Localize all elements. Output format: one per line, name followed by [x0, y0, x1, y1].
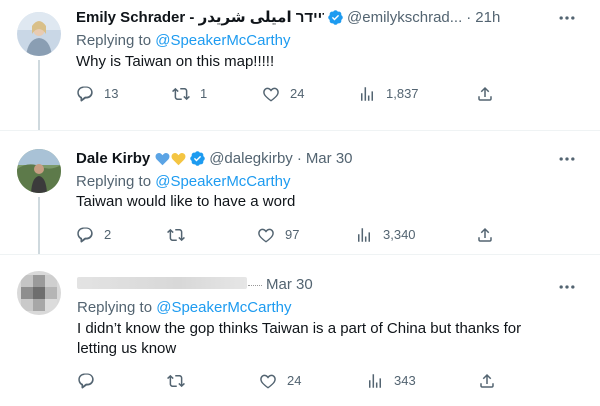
verified-badge-icon — [190, 151, 205, 166]
redacted-user-name — [77, 277, 247, 289]
share-button[interactable] — [476, 85, 504, 103]
more-icon[interactable] — [557, 149, 577, 169]
retweet-button[interactable] — [167, 372, 195, 390]
reply-count: 2 — [104, 227, 112, 242]
like-button[interactable]: 24 — [262, 85, 304, 103]
retweet-icon — [167, 374, 185, 388]
replying-to-label: Replying to — [77, 299, 157, 316]
retweet-count: 1 — [200, 86, 208, 101]
thread-line — [38, 197, 40, 254]
views-button[interactable]: 3,340 — [355, 226, 416, 244]
like-button[interactable]: 97 — [257, 226, 299, 244]
display-name[interactable]: Dale Kirby — [76, 150, 150, 167]
retweet-icon — [167, 228, 185, 242]
tweet-anonymous-user[interactable]: Mar 30 Replying to @SpeakerMcCarthy I di… — [0, 255, 600, 406]
retweet-button[interactable]: 1 — [172, 85, 207, 103]
replying-to-line: Replying to @SpeakerMcCarthy — [77, 299, 292, 316]
views-button[interactable]: 343 — [366, 372, 416, 390]
timestamp[interactable]: Mar 30 — [306, 150, 353, 167]
reply-button[interactable]: 2 — [76, 226, 111, 244]
views-count: 343 — [394, 373, 416, 388]
retweet-button[interactable] — [167, 226, 195, 244]
share-icon — [478, 227, 492, 242]
like-icon — [263, 87, 279, 102]
views-button[interactable]: 1,837 — [358, 85, 419, 103]
replying-to-label: Replying to — [76, 32, 156, 49]
separator-dot: · — [466, 8, 472, 26]
display-name[interactable]: Emily Schrader - אמילי שריידר امیلی شرید… — [76, 8, 324, 26]
reply-icon — [78, 373, 94, 389]
share-button[interactable] — [476, 226, 504, 244]
reply-icon — [77, 227, 93, 243]
reply-icon — [77, 86, 93, 102]
reply-button[interactable]: 13 — [76, 85, 118, 103]
separator-dot: · — [296, 150, 302, 167]
retweet-icon — [172, 87, 190, 101]
tweet-text: Taiwan would like to have a word — [76, 193, 296, 210]
tweet-emily-schrader[interactable]: Emily Schrader - אמילי שריידר امیلی شرید… — [0, 0, 600, 130]
like-count: 24 — [290, 86, 305, 101]
verified-badge-icon — [328, 9, 343, 25]
reply-count: 13 — [104, 86, 119, 101]
more-icon[interactable] — [557, 8, 577, 28]
tweet-header: Dale Kirby @dalegkirby · Mar 30 — [76, 150, 353, 167]
yellow-heart-icon — [171, 152, 186, 165]
views-count: 3,340 — [383, 227, 416, 242]
mention-link[interactable]: @SpeakerMcCarthy — [156, 299, 291, 316]
tweet-text: Why is Taiwan on this map!!!!! — [76, 53, 275, 70]
share-icon — [478, 86, 492, 101]
avatar-blurred[interactable] — [17, 271, 61, 315]
tweet-text-line: letting us know — [77, 340, 177, 357]
mention-link[interactable]: @SpeakerMcCarthy — [155, 32, 290, 49]
views-count: 1,837 — [386, 86, 419, 101]
tweet-text: I didn’t know the gop thinks Taiwan is a… — [77, 319, 577, 359]
views-icon — [358, 228, 370, 242]
tweet-header: Emily Schrader - אמילי שריידר امیلی شرید… — [76, 8, 500, 27]
views-icon — [361, 87, 373, 101]
like-count: 97 — [285, 227, 300, 242]
tweet-text-line: I didn’t know the gop thinks Taiwan is a… — [77, 320, 522, 337]
timestamp[interactable]: Mar 30 — [266, 276, 313, 293]
avatar-dale-kirby[interactable] — [17, 149, 61, 193]
like-icon — [260, 374, 276, 389]
share-button[interactable] — [478, 372, 506, 390]
reply-button[interactable] — [77, 372, 105, 390]
share-icon — [480, 373, 494, 388]
more-icon[interactable] — [557, 277, 577, 297]
mention-link[interactable]: @SpeakerMcCarthy — [155, 173, 290, 190]
like-icon — [258, 228, 274, 243]
replying-to-line: Replying to @SpeakerMcCarthy — [76, 32, 291, 49]
blue-heart-icon — [155, 152, 170, 165]
like-count: 24 — [287, 373, 302, 388]
timestamp[interactable]: 21h — [475, 9, 500, 26]
redacted-separator — [248, 285, 262, 286]
tweet-dale-kirby[interactable]: Dale Kirby @dalegkirby · Mar 30 Replying… — [0, 131, 600, 254]
replying-to-label: Replying to — [76, 173, 156, 190]
like-button[interactable]: 24 — [259, 372, 301, 390]
thread-line — [38, 60, 40, 130]
replying-to-line: Replying to @SpeakerMcCarthy — [76, 173, 291, 190]
views-icon — [369, 374, 381, 388]
avatar-emily-schrader[interactable] — [17, 12, 61, 56]
user-handle[interactable]: @emilykschrad... — [347, 9, 462, 26]
user-handle[interactable]: @dalegkirby — [209, 150, 293, 167]
